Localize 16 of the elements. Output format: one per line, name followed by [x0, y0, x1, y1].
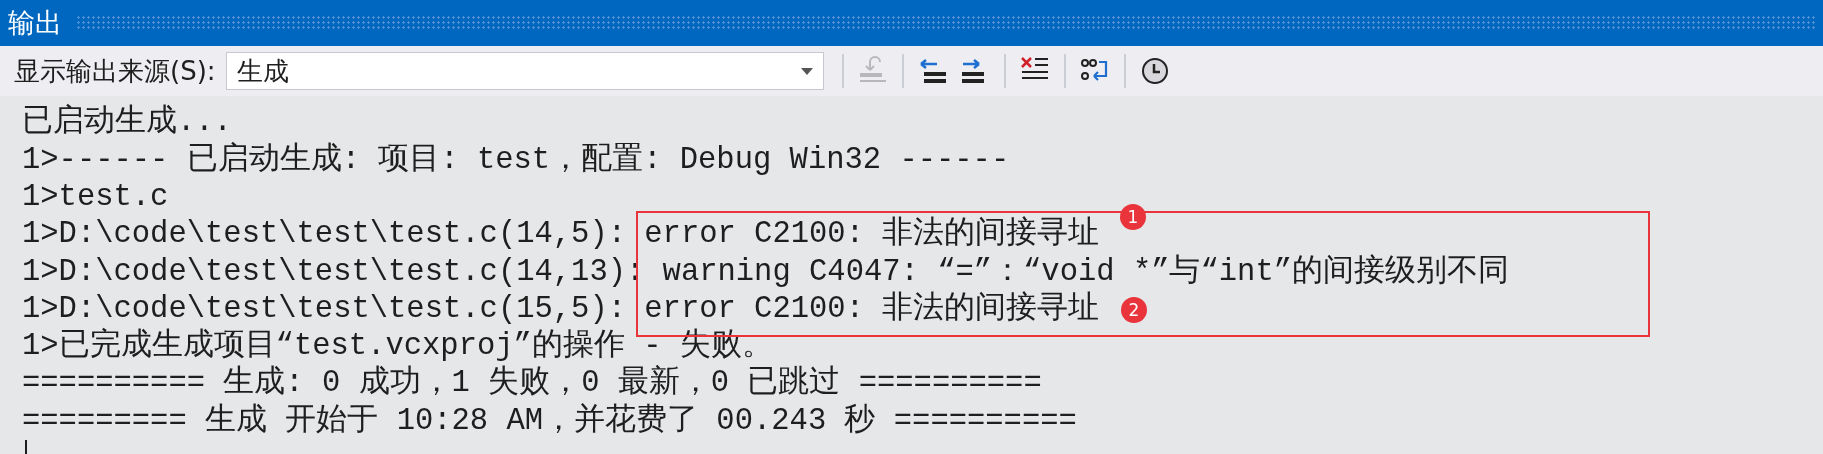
- number-badge: 2: [1121, 297, 1147, 324]
- output-line: 1>D:\code\test\test\test.c(14,13): warning C4047: “=”：“void *”与“int”的间接级别不同: [22, 253, 1509, 291]
- number-badge: 1: [1120, 204, 1146, 231]
- output-line: 1>D:\code\test\test\test.c(15,5): error C2100: 非法的间接寻址: [22, 290, 1100, 328]
- output-line: 已启动生成...: [22, 104, 232, 142]
- source-dropdown[interactable]: 生成: [225, 52, 824, 91]
- source-label: 显示输出来源(S):: [14, 54, 216, 88]
- output-line: ========== 生成: 0 成功，1 失败，0 最新，0 已跳过 ==========: [22, 365, 1042, 403]
- text-cursor: [25, 440, 27, 454]
- panel-title: 输出: [8, 5, 62, 40]
- clock-icon: [1139, 56, 1170, 87]
- output-line: 1>D:\code\test\test\test.c(14,5): error C2100: 非法的间接寻址: [22, 216, 1100, 254]
- output-line: ========= 生成 开始于 10:28 AM，并花费了 00.243 秒 ==========: [22, 402, 1077, 440]
- output-line: 1>test.c: [22, 178, 169, 216]
- caret-icon: [800, 67, 813, 75]
- output-line: 1>------ 已启动生成: 项目: test，配置: Debug Win32 ------: [22, 141, 1010, 179]
